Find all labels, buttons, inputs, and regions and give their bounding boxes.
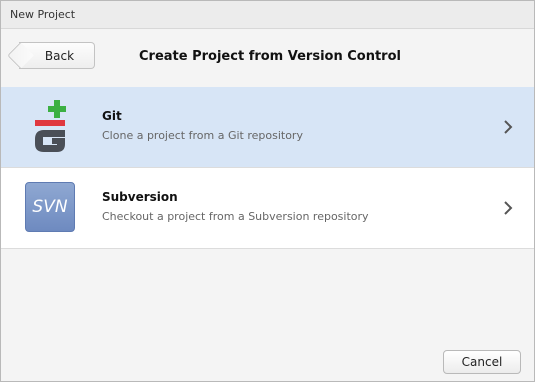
- chevron-right-icon: [504, 201, 513, 215]
- cancel-button-label: Cancel: [461, 355, 503, 369]
- option-title: Git: [102, 109, 122, 123]
- page-title: Create Project from Version Control: [139, 49, 401, 64]
- option-description: Clone a project from a Git repository: [102, 129, 303, 142]
- option-subversion[interactable]: SVN Subversion Checkout a project from a…: [1, 168, 534, 249]
- option-title: Subversion: [102, 190, 178, 204]
- cancel-button[interactable]: Cancel: [443, 350, 521, 374]
- option-description: Checkout a project from a Subversion rep…: [102, 210, 369, 223]
- back-button[interactable]: Back: [19, 42, 95, 69]
- svn-icon-badge: SVN: [25, 182, 75, 232]
- svn-icon: SVN: [24, 181, 76, 233]
- back-button-label: Back: [44, 48, 75, 63]
- titlebar: New Project: [1, 1, 534, 29]
- git-icon: [24, 100, 76, 152]
- vcs-option-list: Git Clone a project from a Git repositor…: [1, 87, 534, 249]
- window-title: New Project: [10, 8, 76, 21]
- new-project-dialog: New Project Back Create Project from Ver…: [0, 0, 535, 382]
- option-git[interactable]: Git Clone a project from a Git repositor…: [1, 87, 534, 168]
- dialog-header: Back Create Project from Version Control: [1, 29, 534, 87]
- chevron-right-icon: [504, 120, 513, 134]
